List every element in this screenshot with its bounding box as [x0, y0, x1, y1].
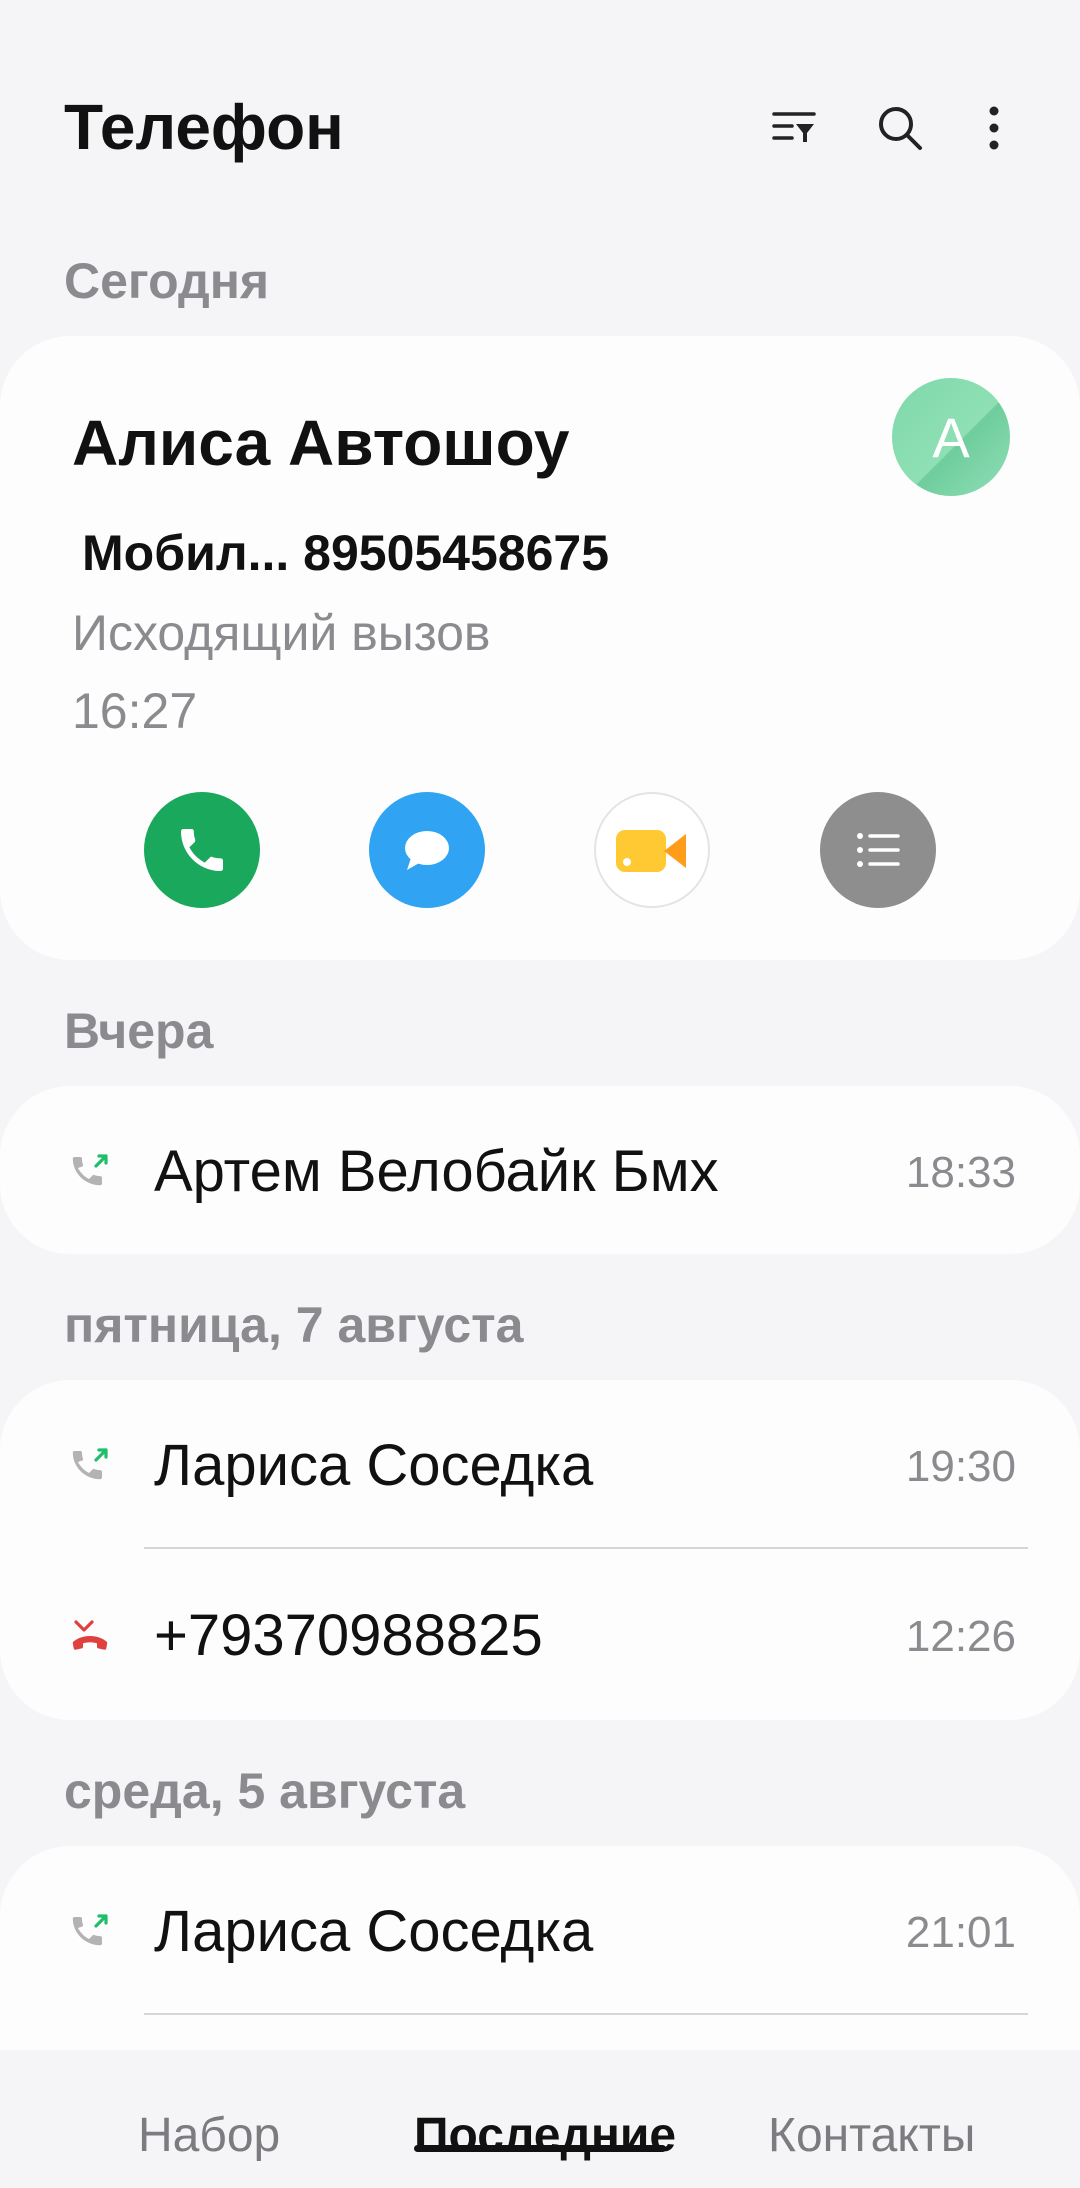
call-button[interactable]: [144, 792, 260, 908]
tab-keypad[interactable]: Набор: [138, 2108, 280, 2163]
call-group-yesterday: Артем Велобайк Бмх 18:33: [0, 1086, 1080, 1254]
tab-contacts[interactable]: Контакты: [768, 2108, 975, 2163]
contact-name: Алиса Автошоу: [72, 407, 570, 479]
page-title: Телефон: [64, 91, 344, 163]
video-call-button[interactable]: [594, 792, 710, 908]
filter-icon[interactable]: [766, 100, 822, 156]
chat-bubble-icon: [405, 831, 449, 870]
call-time: 21:01: [905, 1908, 1016, 1957]
details-button[interactable]: [820, 792, 936, 908]
phone-number: Мобил... 89505458675: [82, 525, 610, 581]
section-title-yesterday: Вчера: [64, 1003, 214, 1059]
call-type-label: Исходящий вызов: [72, 605, 491, 661]
call-time: 12:26: [905, 1612, 1016, 1661]
row-divider: [144, 2013, 1028, 2015]
call-time: 18:33: [905, 1148, 1016, 1197]
section-title-friday: пятница, 7 августа: [64, 1297, 524, 1353]
search-icon[interactable]: [872, 100, 928, 156]
bottom-navigation: Набор Последние Контакты: [0, 2050, 1080, 2188]
section-title-today: Сегодня: [64, 253, 270, 309]
call-time-label: 16:27: [72, 683, 198, 739]
expanded-call-card[interactable]: Алиса Автошоу A Мобил... 89505458675 Исх…: [0, 336, 1080, 960]
call-time: 19:30: [905, 1442, 1016, 1491]
row-divider: [144, 1547, 1028, 1549]
call-log-row[interactable]: Лариса Соседка 19:30: [0, 1380, 1080, 1548]
video-camera-icon: [616, 830, 686, 872]
contact-name: Лариса Соседка: [154, 1433, 594, 1498]
call-group-friday: Лариса Соседка 19:30 +79370988825 12:26: [0, 1380, 1080, 1720]
call-log-row[interactable]: +79370988825 12:26: [0, 1550, 1080, 1718]
list-icon: [857, 833, 900, 867]
call-log-row[interactable]: Артем Велобайк Бмх 18:33: [0, 1086, 1080, 1254]
avatar[interactable]: A: [892, 378, 1010, 496]
more-options-icon[interactable]: [966, 100, 1022, 156]
top-bar: Телефон: [0, 0, 1080, 230]
outgoing-call-icon: [72, 1914, 108, 1946]
avatar-letter: A: [932, 405, 970, 469]
active-tab-indicator: [414, 2145, 666, 2152]
phone-number: +79370988825: [154, 1603, 543, 1668]
message-button[interactable]: [369, 792, 485, 908]
phone-icon: [181, 829, 223, 871]
section-title-wednesday: среда, 5 августа: [64, 1763, 466, 1819]
call-log-row[interactable]: Лариса Соседка 21:01: [0, 1846, 1080, 2014]
outgoing-call-icon: [72, 1448, 108, 1480]
contact-name: Артем Велобайк Бмх: [154, 1139, 719, 1204]
outgoing-call-icon: [72, 1154, 108, 1186]
contact-name: Лариса Соседка: [154, 1899, 594, 1964]
rejected-call-icon: [72, 1620, 108, 1650]
tab-recents[interactable]: Последние: [414, 2108, 676, 2163]
